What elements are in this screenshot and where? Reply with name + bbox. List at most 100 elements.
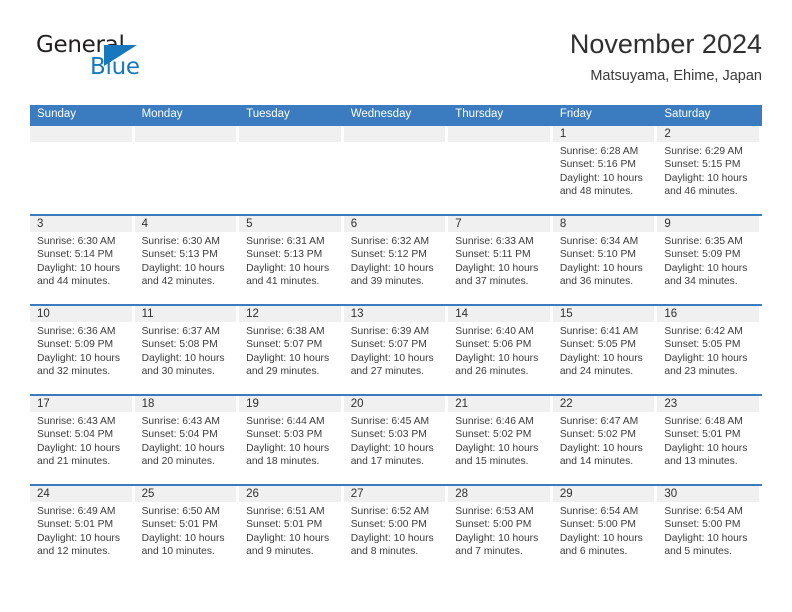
calendar-day-cell[interactable]: 10 Sunrise: 6:36 AM Sunset: 5:09 PM Dayligh… [30, 304, 135, 394]
sunset-text: Sunset: 5:08 PM [141, 339, 218, 351]
day-number: 15 [552, 306, 655, 322]
calendar-day-cell[interactable]: 22 Sunrise: 6:47 AM Sunset: 5:02 PM Dayligh… [552, 394, 658, 484]
calendar-day-cell[interactable]: 17 Sunrise: 6:43 AM Sunset: 5:04 PM Dayligh… [30, 394, 135, 484]
calendar-day-cell[interactable]: 1 Sunrise: 6:28 AM Sunset: 5:16 PM Daylight… [552, 124, 658, 214]
daylight-text-line1: Daylight: 10 hours [455, 352, 539, 364]
calendar-day-cell[interactable]: 23 Sunrise: 6:48 AM Sunset: 5:01 PM Dayligh… [657, 394, 762, 484]
day-number: 13 [343, 306, 446, 322]
daylight-text-line1: Daylight: 10 hours [455, 532, 539, 544]
daylight-text-line2: and 29 minutes. [246, 365, 320, 377]
calendar-day-cell[interactable]: 6 Sunrise: 6:32 AM Sunset: 5:12 PM Daylight… [343, 214, 449, 304]
calendar-day-cell-empty [239, 124, 344, 214]
day-details: Sunrise: 6:54 AM Sunset: 5:00 PM Daylight:… [553, 502, 655, 558]
sunrise-text: Sunrise: 6:43 AM [37, 416, 116, 427]
day-number [343, 126, 446, 142]
daylight-text-line1: Daylight: 10 hours [350, 262, 434, 274]
calendar-day-cell[interactable]: 25 Sunrise: 6:50 AM Sunset: 5:01 PM Dayligh… [134, 484, 240, 574]
daylight-text-line1: Daylight: 10 hours [141, 262, 225, 274]
sunset-text: Sunset: 5:05 PM [559, 339, 636, 351]
calendar-day-cell[interactable]: 5 Sunrise: 6:31 AM Sunset: 5:13 PM Daylight… [239, 214, 344, 304]
title-block: November 2024 Matsuyama, Ehime, Japan [570, 28, 762, 86]
day-number: 24 [30, 486, 132, 502]
calendar-day-cell[interactable]: 13 Sunrise: 6:39 AM Sunset: 5:07 PM Dayligh… [343, 304, 449, 394]
day-details: Sunrise: 6:36 AM Sunset: 5:09 PM Daylight:… [30, 322, 132, 378]
daylight-text-line2: and 20 minutes. [141, 455, 215, 467]
daylight-text-line2: and 42 minutes. [141, 275, 215, 287]
day-number: 21 [448, 396, 550, 412]
calendar-day-cell[interactable]: 29 Sunrise: 6:54 AM Sunset: 5:00 PM Dayligh… [552, 484, 658, 574]
calendar-day-cell[interactable]: 15 Sunrise: 6:41 AM Sunset: 5:05 PM Dayligh… [552, 304, 658, 394]
day-number: 17 [30, 396, 132, 412]
sunrise-text: Sunrise: 6:30 AM [37, 236, 116, 247]
brand-logo[interactable]: General Blue [30, 32, 210, 88]
sunrise-text: Sunrise: 6:43 AM [141, 416, 220, 427]
calendar-day-cell[interactable]: 2 Sunrise: 6:29 AM Sunset: 5:15 PM Daylight… [657, 124, 762, 214]
daylight-text-line2: and 27 minutes. [350, 365, 424, 377]
day-number: 27 [343, 486, 446, 502]
daylight-text-line1: Daylight: 10 hours [141, 442, 225, 454]
calendar-day-cell-empty [343, 124, 449, 214]
daylight-text-line1: Daylight: 10 hours [350, 532, 434, 544]
day-number: 3 [30, 216, 132, 232]
day-details: Sunrise: 6:35 AM Sunset: 5:09 PM Daylight:… [657, 232, 759, 288]
sunset-text: Sunset: 5:03 PM [246, 429, 323, 441]
calendar-day-cell[interactable]: 14 Sunrise: 6:40 AM Sunset: 5:06 PM Dayligh… [448, 304, 553, 394]
daylight-text-line1: Daylight: 10 hours [246, 442, 330, 454]
location-subtitle: Matsuyama, Ehime, Japan [590, 68, 762, 84]
calendar-day-cell[interactable]: 26 Sunrise: 6:51 AM Sunset: 5:01 PM Dayligh… [239, 484, 344, 574]
calendar-day-cell[interactable]: 28 Sunrise: 6:53 AM Sunset: 5:00 PM Dayligh… [448, 484, 553, 574]
day-number: 8 [552, 216, 655, 232]
calendar-day-cell[interactable]: 7 Sunrise: 6:33 AM Sunset: 5:11 PM Daylight… [448, 214, 553, 304]
day-number: 29 [552, 486, 655, 502]
daylight-text-line1: Daylight: 10 hours [664, 532, 748, 544]
daylight-text-line2: and 14 minutes. [559, 455, 634, 467]
calendar-day-cell[interactable]: 16 Sunrise: 6:42 AM Sunset: 5:05 PM Dayligh… [657, 304, 762, 394]
day-details: Sunrise: 6:28 AM Sunset: 5:16 PM Daylight:… [553, 142, 655, 198]
day-details: Sunrise: 6:44 AM Sunset: 5:03 PM Daylight:… [239, 412, 341, 468]
day-details: Sunrise: 6:53 AM Sunset: 5:00 PM Daylight:… [448, 502, 550, 558]
sunrise-text: Sunrise: 6:39 AM [350, 326, 430, 337]
sunrise-text: Sunrise: 6:29 AM [664, 146, 743, 157]
sunset-text: Sunset: 5:11 PM [455, 249, 531, 261]
calendar-day-cell[interactable]: 18 Sunrise: 6:43 AM Sunset: 5:04 PM Dayligh… [134, 394, 240, 484]
daylight-text-line2: and 37 minutes. [455, 275, 529, 287]
day-number: 9 [657, 216, 759, 232]
sunrise-text: Sunrise: 6:52 AM [350, 506, 430, 517]
daylight-text-line2: and 46 minutes. [664, 185, 738, 197]
sunrise-text: Sunrise: 6:51 AM [246, 506, 325, 517]
daylight-text-line2: and 13 minutes. [664, 455, 738, 467]
calendar-day-cell[interactable]: 21 Sunrise: 6:46 AM Sunset: 5:02 PM Dayligh… [448, 394, 553, 484]
daylight-text-line2: and 18 minutes. [246, 455, 320, 467]
daylight-text-line2: and 10 minutes. [141, 545, 215, 557]
daylight-text-line2: and 23 minutes. [664, 365, 738, 377]
day-details: Sunrise: 6:45 AM Sunset: 5:03 PM Daylight:… [344, 412, 446, 468]
day-details: Sunrise: 6:30 AM Sunset: 5:13 PM Daylight:… [135, 232, 237, 288]
daylight-text-line1: Daylight: 10 hours [246, 352, 330, 364]
sunset-text: Sunset: 5:00 PM [350, 519, 427, 531]
calendar-day-cell[interactable]: 24 Sunrise: 6:49 AM Sunset: 5:01 PM Dayligh… [30, 484, 135, 574]
calendar-day-cell[interactable]: 8 Sunrise: 6:34 AM Sunset: 5:10 PM Daylight… [552, 214, 658, 304]
day-details: Sunrise: 6:32 AM Sunset: 5:12 PM Daylight:… [344, 232, 446, 288]
calendar-day-cell[interactable]: 4 Sunrise: 6:30 AM Sunset: 5:13 PM Daylight… [134, 214, 240, 304]
day-number: 4 [134, 216, 237, 232]
calendar-day-cell[interactable]: 12 Sunrise: 6:38 AM Sunset: 5:07 PM Dayligh… [239, 304, 344, 394]
daylight-text-line2: and 34 minutes. [664, 275, 738, 287]
sunset-text: Sunset: 5:14 PM [37, 249, 114, 261]
calendar-day-cell[interactable]: 30 Sunrise: 6:54 AM Sunset: 5:00 PM Dayligh… [657, 484, 762, 574]
weekday-header-row: Sunday Monday Tuesday Wednesday Thursday Frid… [30, 105, 762, 124]
day-number: 1 [552, 126, 655, 142]
day-number: 26 [239, 486, 341, 502]
calendar-day-cell[interactable]: 11 Sunrise: 6:37 AM Sunset: 5:08 PM Dayligh… [134, 304, 240, 394]
day-number: 12 [239, 306, 341, 322]
daylight-text-line2: and 30 minutes. [141, 365, 215, 377]
sunrise-text: Sunrise: 6:36 AM [37, 326, 116, 337]
weekday-header-friday: Friday [552, 105, 658, 124]
day-number: 20 [343, 396, 446, 412]
calendar-day-cell[interactable]: 19 Sunrise: 6:44 AM Sunset: 5:03 PM Dayligh… [239, 394, 344, 484]
day-number: 14 [448, 306, 550, 322]
calendar-day-cell[interactable]: 3 Sunrise: 6:30 AM Sunset: 5:14 PM Daylight… [30, 214, 135, 304]
calendar-day-cell[interactable]: 20 Sunrise: 6:45 AM Sunset: 5:03 PM Dayligh… [343, 394, 449, 484]
calendar-day-cell[interactable]: 9 Sunrise: 6:35 AM Sunset: 5:09 PM Daylight… [657, 214, 762, 304]
day-details: Sunrise: 6:37 AM Sunset: 5:08 PM Daylight:… [135, 322, 237, 378]
calendar-day-cell[interactable]: 27 Sunrise: 6:52 AM Sunset: 5:00 PM Dayligh… [343, 484, 449, 574]
